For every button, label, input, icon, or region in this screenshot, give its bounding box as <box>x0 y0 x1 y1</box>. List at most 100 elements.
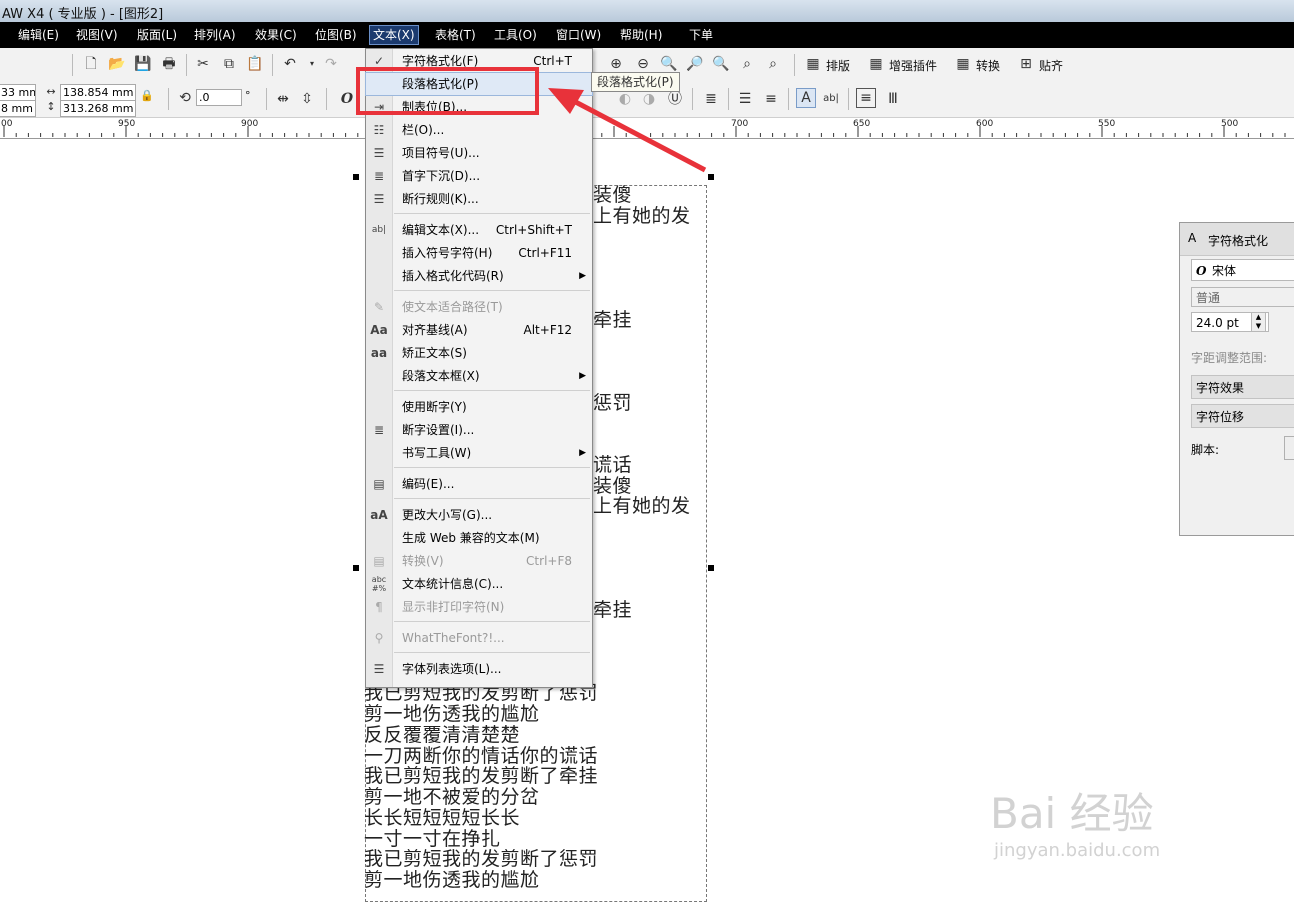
horizontal-text-icon[interactable]: ≡ <box>856 88 876 108</box>
text-line: 反反覆覆清清楚楚 <box>364 724 521 746</box>
plugins-icon[interactable]: ▦ <box>867 55 885 73</box>
menu-table[interactable]: 表格(T) <box>432 26 479 44</box>
rotate-icon: ⟲ <box>179 90 191 106</box>
menu-item-insert-format-code[interactable]: 插入格式化代码(R) ▶ <box>366 265 592 287</box>
menu-item-shortcut: Alt+F12 <box>523 323 572 337</box>
menu-item-label: 栏(O)... <box>402 123 445 137</box>
zoom-page-icon[interactable]: 🔍 <box>712 55 730 73</box>
font-o-icon[interactable]: O <box>338 90 356 108</box>
undo-icon[interactable]: ↶ <box>281 55 299 73</box>
menu-order[interactable]: 下单 <box>686 26 716 44</box>
menu-bitmaps[interactable]: 位图(B) <box>312 26 360 44</box>
menu-item-font-list-options[interactable]: ☰ 字体列表选项(L)... <box>366 658 592 680</box>
copy-icon[interactable]: ⧉ <box>220 55 238 73</box>
zoom-out-icon[interactable]: ⊖ <box>634 55 652 73</box>
toolbar-separator <box>168 88 169 110</box>
open-folder-icon[interactable]: 📂 <box>108 55 126 73</box>
zoom-in-icon[interactable]: ⊕ <box>607 55 625 73</box>
menu-item-fit-to-path[interactable]: ✎ 使文本适合路径(T) <box>366 296 592 318</box>
menu-item-encoding[interactable]: ▤ 编码(E)... <box>366 473 592 495</box>
menu-item-whatthefont[interactable]: ⚲ WhatTheFont?!... <box>366 627 592 649</box>
font-name-select[interactable]: O 宋体 <box>1191 259 1294 281</box>
print-icon[interactable]: 🖶 <box>160 55 178 73</box>
height-field[interactable]: 313.268 mm <box>60 100 136 117</box>
menu-item-edit-text[interactable]: ab| 编辑文本(X)... Ctrl+Shift+T <box>366 219 592 241</box>
menu-item-line-break-rules[interactable]: ☰ 断行规则(K)... <box>366 188 592 210</box>
width-field[interactable]: 138.854 mm <box>60 84 136 101</box>
menu-help[interactable]: 帮助(H) <box>617 26 665 44</box>
text-line: 谎话 <box>593 454 633 476</box>
font-size-spinner[interactable]: ▲ ▼ <box>1251 312 1266 332</box>
paste-icon[interactable]: 📋 <box>246 55 264 73</box>
window-title-bar: AW X4 ( 专业版 ) - [图形2] <box>0 0 1294 22</box>
script-select[interactable] <box>1284 436 1294 460</box>
redo-icon[interactable]: ↷ <box>322 55 340 73</box>
position-y-field[interactable]: 8 mm <box>0 100 36 117</box>
bullet-list-icon[interactable]: ☰ <box>736 90 754 108</box>
submenu-arrow-icon: ▶ <box>579 448 586 458</box>
ruler-label: 00 <box>1 119 13 129</box>
layout-icon[interactable]: ▦ <box>804 55 822 73</box>
menu-separator <box>394 213 590 214</box>
menu-item-straighten-text[interactable]: aa 矫正文本(S) <box>366 342 592 364</box>
menu-separator <box>394 652 590 653</box>
ruler-label: 950 <box>118 119 136 129</box>
mirror-horizontal-icon[interactable]: ⇹ <box>274 90 292 108</box>
vertical-text-icon[interactable]: Ⅲ <box>884 90 902 108</box>
undo-dropdown-icon[interactable]: ▾ <box>303 55 321 73</box>
menu-effects[interactable]: 效果(C) <box>252 26 300 44</box>
menu-arrange[interactable]: 排列(A) <box>191 26 239 44</box>
menu-view[interactable]: 视图(V) <box>73 26 121 44</box>
kerning-label: 字距调整范围: <box>1191 351 1268 365</box>
menu-item-show-nonprinting[interactable]: ¶ 显示非打印字符(N) <box>366 596 592 618</box>
convert-icon[interactable]: ▦ <box>954 55 972 73</box>
zoom-fit-icon[interactable]: 🔍 <box>660 55 678 73</box>
save-icon[interactable]: 💾 <box>134 55 152 73</box>
menu-item-label: 生成 Web 兼容的文本(M) <box>402 531 540 545</box>
zoom-selected-icon[interactable]: 🔎 <box>686 55 704 73</box>
baidu-watermark: Bai 经验 <box>990 789 1154 838</box>
menu-item-convert[interactable]: ▤ 转换(V) Ctrl+F8 <box>366 550 592 572</box>
character-offset-section[interactable]: 字符位移 <box>1191 404 1294 428</box>
menu-item-align-baseline[interactable]: Aa 对齐基线(A) Alt+F12 <box>366 319 592 341</box>
menu-item-use-hyphenation[interactable]: 使用断字(Y) <box>366 396 592 418</box>
menu-item-paragraph-text-frame[interactable]: 段落文本框(X) ▶ <box>366 365 592 387</box>
position-x-field[interactable]: 33 mm <box>0 84 36 101</box>
menu-tools[interactable]: 工具(O) <box>491 26 540 44</box>
zoom-width-icon[interactable]: ⌕ <box>738 55 756 73</box>
plugins-button[interactable]: 增强插件 <box>889 57 937 74</box>
menu-text[interactable]: 文本(X) <box>369 25 419 45</box>
selection-handle[interactable] <box>353 565 359 571</box>
selection-handle[interactable] <box>353 174 359 180</box>
snap-button[interactable]: 贴齐 <box>1039 57 1063 74</box>
height-icon: ↕ <box>46 100 56 113</box>
menu-item-writing-tools[interactable]: 书写工具(W) ▶ <box>366 442 592 464</box>
menu-item-text-statistics[interactable]: abc #% 文本统计信息(C)... <box>366 573 592 595</box>
drop-cap-toolbar-icon[interactable]: ≡ <box>762 90 780 108</box>
text-line: 装傻 <box>593 475 633 497</box>
cut-icon[interactable]: ✂ <box>194 55 212 73</box>
text-line: 惩罚 <box>593 392 633 414</box>
snap-icon[interactable]: ⊞ <box>1017 55 1035 73</box>
rotation-field[interactable]: .0 <box>196 89 242 106</box>
edit-text-toolbar-icon[interactable]: ab| <box>822 90 840 108</box>
mirror-vertical-icon[interactable]: ⇳ <box>298 90 316 108</box>
character-format-icon[interactable]: A <box>796 88 816 108</box>
convert-button[interactable]: 转换 <box>976 57 1000 74</box>
selection-handle[interactable] <box>708 565 714 571</box>
menu-window[interactable]: 窗口(W) <box>553 26 604 44</box>
zoom-height-icon[interactable]: ⌕ <box>764 55 782 73</box>
font-name-value: 宋体 <box>1212 264 1237 278</box>
statistics-icon: abc #% <box>371 575 387 593</box>
menu-item-change-case[interactable]: aA 更改大小写(G)... <box>366 504 592 526</box>
font-style-select[interactable]: 普通 <box>1191 287 1294 307</box>
menu-item-web-compatible[interactable]: 生成 Web 兼容的文本(M) <box>366 527 592 549</box>
character-effects-section[interactable]: 字符效果 <box>1191 375 1294 399</box>
layout-button[interactable]: 排版 <box>826 57 850 74</box>
menu-item-hyphenation-settings[interactable]: ≣ 断字设置(I)... <box>366 419 592 441</box>
lock-ratio-icon[interactable]: 🔒 <box>138 87 156 105</box>
menu-layout[interactable]: 版面(L) <box>134 26 180 44</box>
menu-item-insert-symbol[interactable]: 插入符号字符(H) Ctrl+F11 <box>366 242 592 264</box>
new-document-icon[interactable]: 🗋 <box>82 55 100 73</box>
menu-edit[interactable]: 编辑(E) <box>15 26 62 44</box>
